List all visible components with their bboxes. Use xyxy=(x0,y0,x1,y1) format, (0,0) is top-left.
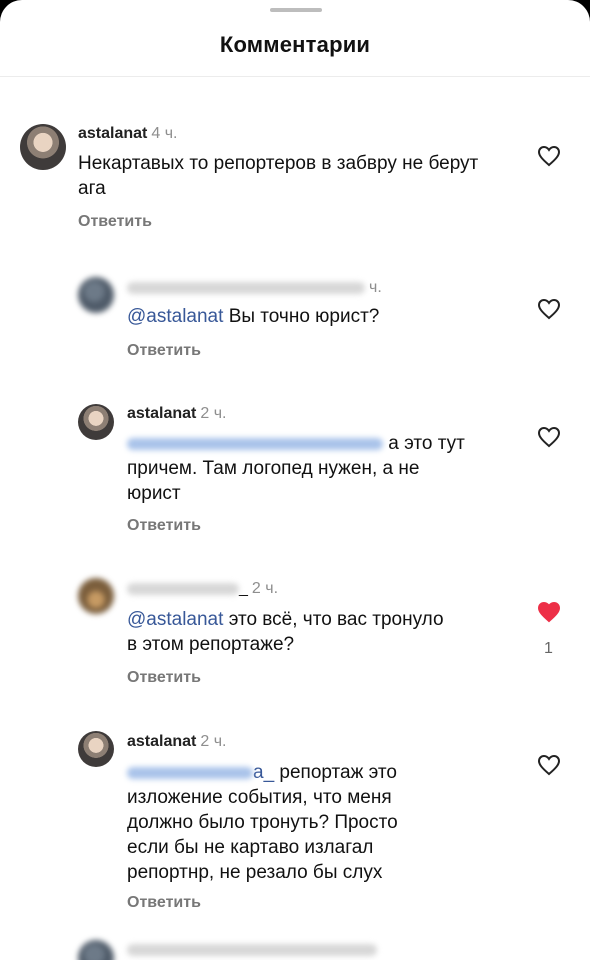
timestamp: ч. xyxy=(369,279,382,296)
comment-meta: astalanat 2 ч. xyxy=(127,405,227,423)
comment-meta xyxy=(127,941,377,959)
comment-meta: ч. xyxy=(127,279,382,297)
blurred-mention xyxy=(127,766,253,779)
comment-text: а_ репортаж это изложение события, что м… xyxy=(127,762,398,883)
avatar[interactable] xyxy=(78,731,114,767)
page-title: Комментарии xyxy=(219,32,371,57)
comment-text: Некартавых то репортеров в забвру не бер… xyxy=(78,153,479,199)
drag-handle[interactable] xyxy=(270,8,322,12)
timestamp: 2 ч. xyxy=(251,580,279,597)
comment-meta: astalanat 2 ч. xyxy=(127,733,227,751)
header-divider xyxy=(0,76,590,77)
like-count[interactable]: 1 xyxy=(544,640,553,658)
reply-button[interactable]: Ответить xyxy=(127,517,201,535)
reply-button[interactable]: Ответить xyxy=(78,213,152,231)
comments-sheet: Комментарии astalanat 4 ч. Некартавых то … xyxy=(0,0,590,960)
blurred-username xyxy=(127,943,377,956)
comment-text: @astalanat это всё, что вас тронуло в эт… xyxy=(127,609,444,655)
username[interactable]: astalanat xyxy=(127,733,196,750)
blurred-username xyxy=(127,281,365,294)
reply-button[interactable]: Ответить xyxy=(127,894,201,912)
comment-text: а это тут причем. Там логопед нужен, а н… xyxy=(127,433,465,504)
heart-icon[interactable] xyxy=(537,298,561,320)
blurred-username xyxy=(127,582,239,595)
timestamp: 4 ч. xyxy=(151,125,178,142)
comment-meta: astalanat 4 ч. xyxy=(78,125,178,143)
timestamp: 2 ч. xyxy=(200,733,227,750)
reply-button[interactable]: Ответить xyxy=(127,342,201,360)
avatar[interactable] xyxy=(78,404,114,440)
reply-button[interactable]: Ответить xyxy=(127,669,201,687)
avatar[interactable] xyxy=(20,124,66,170)
avatar[interactable] xyxy=(78,277,114,313)
mention-link[interactable]: @astalanat xyxy=(127,306,223,327)
username[interactable]: astalanat xyxy=(127,405,196,422)
username[interactable]: astalanat xyxy=(78,125,147,142)
avatar[interactable] xyxy=(78,578,114,614)
avatar[interactable] xyxy=(78,940,114,960)
mention-link[interactable]: @astalanat xyxy=(127,609,223,630)
heart-filled-icon[interactable] xyxy=(537,601,561,623)
blurred-mention xyxy=(127,437,383,450)
comment-meta: _ 2 ч. xyxy=(127,580,278,598)
heart-icon[interactable] xyxy=(537,145,561,167)
heart-icon[interactable] xyxy=(537,754,561,776)
heart-icon[interactable] xyxy=(537,426,561,448)
comment-text: @astalanat Вы точно юрист? xyxy=(127,306,380,327)
timestamp: 2 ч. xyxy=(200,405,227,422)
